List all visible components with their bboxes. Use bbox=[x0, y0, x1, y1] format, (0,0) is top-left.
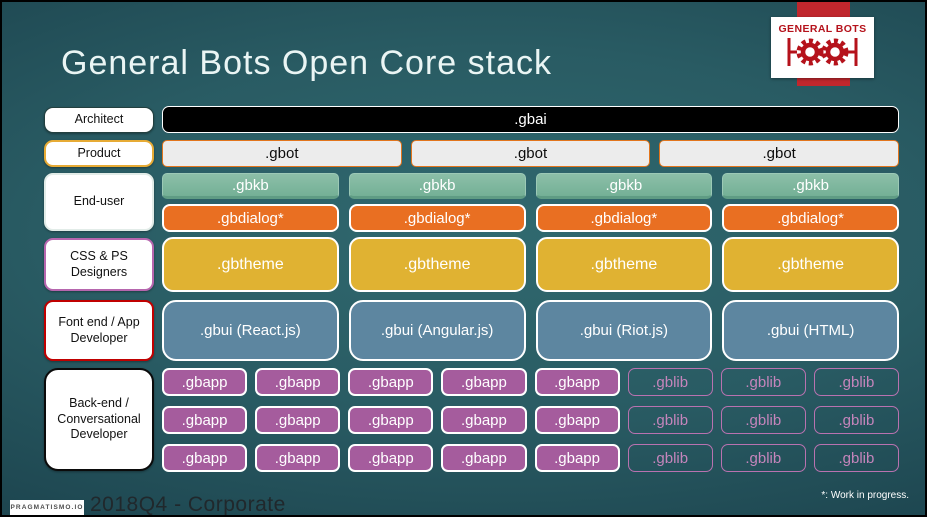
role-label-architect: Architect bbox=[44, 107, 154, 133]
backend-row: .gbapp .gbapp .gbapp .gbapp .gbapp .gbli… bbox=[162, 406, 899, 434]
gblib-box: .gblib bbox=[627, 368, 713, 396]
work-in-progress-note: *: Work in progress. bbox=[821, 490, 909, 501]
gbui-riot-box: .gbui (Riot.js) bbox=[535, 300, 713, 361]
backend-row: .gbapp .gbapp .gbapp .gbapp .gbapp .gbli… bbox=[162, 368, 899, 396]
gbtheme-box: .gbtheme bbox=[348, 237, 526, 292]
gbot-row: .gbot .gbot .gbot bbox=[162, 140, 899, 167]
gbkb-row: .gbkb .gbkb .gbkb .gbkb bbox=[162, 173, 899, 199]
gblib-box: .gblib bbox=[627, 444, 713, 472]
role-label-product: Product bbox=[44, 140, 154, 167]
gbtheme-row: .gbtheme .gbtheme .gbtheme .gbtheme bbox=[162, 237, 899, 292]
gbapp-box: .gbapp bbox=[441, 444, 527, 472]
gbot-box: .gbot bbox=[410, 140, 651, 167]
gblib-box: .gblib bbox=[813, 406, 899, 434]
gbapp-box: .gbapp bbox=[441, 368, 527, 396]
gbui-html-box: .gbui (HTML) bbox=[722, 300, 899, 361]
gbai-bar: .gbai bbox=[162, 106, 899, 133]
gbapp-box: .gbapp bbox=[534, 368, 620, 396]
gbapp-box: .gbapp bbox=[162, 406, 248, 434]
gbapp-box: .gbapp bbox=[162, 444, 248, 472]
gblib-box: .gblib bbox=[720, 444, 806, 472]
gbtheme-box: .gbtheme bbox=[162, 237, 339, 292]
gbapp-box: .gbapp bbox=[255, 444, 341, 472]
gbapp-box: .gbapp bbox=[348, 368, 434, 396]
gblib-box: .gblib bbox=[813, 444, 899, 472]
gears-icon bbox=[782, 36, 864, 73]
gbkb-box: .gbkb bbox=[348, 173, 526, 199]
gbui-react-box: .gbui (React.js) bbox=[162, 300, 339, 361]
slide-caption: 2018Q4 - Corporate bbox=[90, 493, 286, 516]
gbkb-box: .gbkb bbox=[162, 173, 339, 199]
gblib-box: .gblib bbox=[720, 368, 806, 396]
gbapp-box: .gbapp bbox=[534, 444, 620, 472]
gbdialog-box: .gbdialog* bbox=[162, 204, 339, 232]
gbdialog-box: .gbdialog* bbox=[535, 204, 713, 232]
gbkb-box: .gbkb bbox=[722, 173, 899, 199]
gbui-row: .gbui (React.js) .gbui (Angular.js) .gbu… bbox=[162, 300, 899, 361]
role-label-back-end-conversational-developer: Back-end / Conversational Developer bbox=[44, 368, 154, 471]
gbot-box: .gbot bbox=[162, 140, 402, 167]
page-title: General Bots Open Core stack bbox=[61, 44, 553, 82]
gbot-box: .gbot bbox=[659, 140, 899, 167]
gbdialog-row: .gbdialog* .gbdialog* .gbdialog* .gbdial… bbox=[162, 204, 899, 232]
gblib-box: .gblib bbox=[813, 368, 899, 396]
backend-row: .gbapp .gbapp .gbapp .gbapp .gbapp .gbli… bbox=[162, 444, 899, 472]
gbdialog-box: .gbdialog* bbox=[348, 204, 526, 232]
gbapp-box: .gbapp bbox=[255, 406, 341, 434]
gbdialog-box: .gbdialog* bbox=[722, 204, 899, 232]
gbapp-box: .gbapp bbox=[441, 406, 527, 434]
gbapp-box: .gbapp bbox=[348, 406, 434, 434]
gbtheme-box: .gbtheme bbox=[535, 237, 713, 292]
role-label-front-end-app-developer: Font end / App Developer bbox=[44, 300, 154, 361]
gbapp-box: .gbapp bbox=[534, 406, 620, 434]
gbui-angular-box: .gbui (Angular.js) bbox=[348, 300, 526, 361]
gbapp-box: .gbapp bbox=[162, 368, 248, 396]
slide: General Bots Open Core stack GENERAL BOT… bbox=[0, 0, 927, 517]
gblib-box: .gblib bbox=[720, 406, 806, 434]
pragmatismo-badge: PRAGMATISMO.IO bbox=[10, 500, 84, 515]
general-bots-logo: GENERAL BOTS bbox=[771, 17, 874, 78]
logo-brand-text: GENERAL BOTS bbox=[778, 22, 867, 35]
gbkb-box: .gbkb bbox=[535, 173, 713, 199]
role-label-end-user: End-user bbox=[44, 173, 154, 231]
gbapp-box: .gbapp bbox=[348, 444, 434, 472]
gbapp-box: .gbapp bbox=[255, 368, 341, 396]
gblib-box: .gblib bbox=[627, 406, 713, 434]
role-label-css-ps-designers: CSS & PS Designers bbox=[44, 238, 154, 291]
gbai-row: .gbai bbox=[162, 106, 899, 133]
gbtheme-box: .gbtheme bbox=[722, 237, 899, 292]
